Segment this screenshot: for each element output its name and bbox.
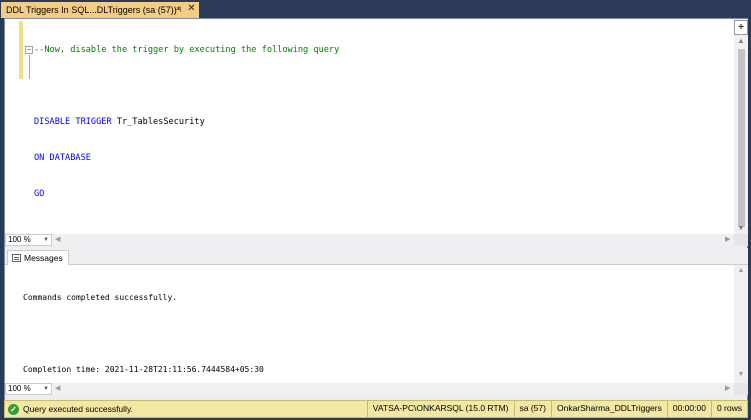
results-zoom-value: 100 % (8, 384, 31, 393)
split-window-icon[interactable]: + (734, 20, 748, 35)
document-tab[interactable]: DDL Triggers In SQL...DLTriggers (sa (57… (1, 2, 199, 18)
results-tab-bar: Messages (5, 248, 748, 265)
query-editor[interactable]: − --Now, disable the trigger by executin… (5, 19, 734, 234)
messages-icon (12, 254, 21, 262)
status-user: sa (57) (513, 400, 551, 418)
status-message-text: Query executed successfully. (23, 404, 133, 414)
document-tab-bar: DDL Triggers In SQL...DLTriggers (sa (57… (0, 0, 751, 18)
editor-zoom-value: 100 % (8, 235, 31, 244)
status-database: OnkarSharma_DDLTriggers (550, 400, 667, 418)
editor-horizontal-bar: 100 % ▼ ◀ ▶ (5, 234, 748, 246)
document-tab-title: DDL Triggers In SQL...DLTriggers (sa (57… (6, 5, 181, 15)
outline-line (29, 55, 30, 79)
completion-time-line: Completion time: 2021-11-28T21:11:56.744… (23, 365, 264, 374)
status-message: ✓ Query executed successfully. (5, 403, 367, 415)
collapse-icon[interactable]: − (25, 46, 33, 54)
query-window: − --Now, disable the trigger by executin… (4, 18, 748, 401)
messages-pane[interactable]: Commands completed successfully. Complet… (5, 265, 734, 383)
scroll-right-icon[interactable]: ▶ (725, 384, 730, 392)
chevron-down-icon: ▼ (43, 237, 49, 243)
code-go-line: GO (34, 189, 45, 199)
scroll-left-icon[interactable]: ◀ (55, 384, 60, 392)
scroll-thumb[interactable] (738, 49, 745, 227)
scroll-right-icon[interactable]: ▶ (725, 235, 730, 243)
message-line: Commands completed successfully. (23, 293, 178, 302)
code-disable-trigger-line: DISABLE TRIGGER Tr_TablesSecurity (34, 116, 339, 128)
chevron-down-icon: ▼ (43, 386, 49, 392)
scrollbar-corner (734, 383, 748, 395)
keyword-disable-trigger: DISABLE TRIGGER (34, 117, 112, 127)
checkmark-icon: ✓ (8, 403, 19, 415)
tab-messages-label: Messages (24, 253, 63, 263)
trigger-name: Tr_TablesSecurity (111, 117, 205, 127)
scroll-up-icon[interactable]: ▲ (734, 267, 748, 274)
editor-vertical-scrollbar[interactable]: + ▲ ▼ (734, 19, 748, 234)
status-bar: ✓ Query executed successfully. VATSA-PC\… (4, 400, 748, 418)
messages-horizontal-bar: 100 % ▼ ◀ ▶ (5, 383, 748, 395)
status-rows: 0 rows (710, 400, 747, 418)
messages-text: Commands completed successfully. Complet… (23, 268, 264, 400)
status-server: VATSA-PC\ONKARSQL (15.0 RTM) (366, 400, 514, 418)
code-comment-line: --Now, disable the trigger by executing … (34, 45, 340, 55)
scroll-left-icon[interactable]: ◀ (55, 235, 60, 243)
scroll-down-icon[interactable]: ▼ (734, 224, 748, 234)
scrollbar-corner (734, 234, 748, 246)
code-area[interactable]: --Now, disable the trigger by executing … (34, 20, 339, 224)
results-zoom-dropdown[interactable]: 100 % ▼ (5, 383, 52, 395)
change-tracking-bar (19, 21, 23, 79)
editor-zoom-dropdown[interactable]: 100 % ▼ (5, 234, 52, 246)
code-on-database-line: ON DATABASE (34, 153, 91, 163)
scroll-up-icon[interactable]: ▲ (734, 37, 748, 47)
close-icon[interactable]: ✕ (186, 3, 197, 15)
tab-messages[interactable]: Messages (7, 250, 69, 265)
messages-vertical-scrollbar[interactable]: ▲ ▼ (734, 265, 748, 383)
scroll-down-icon[interactable]: ▼ (734, 371, 748, 378)
pin-icon[interactable]: ⊣ (173, 4, 183, 15)
status-elapsed: 00:00:00 (666, 400, 711, 418)
